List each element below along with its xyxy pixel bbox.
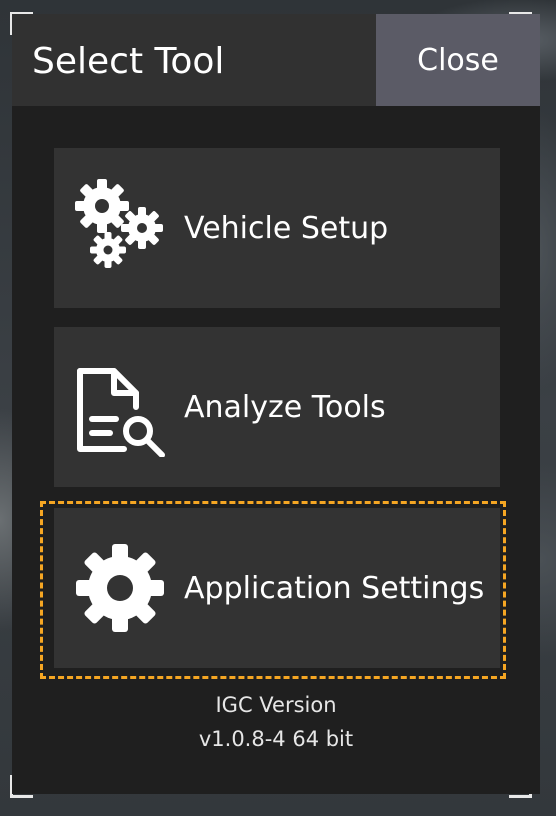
dialog-title: Select Tool [32,41,225,82]
vehicle-setup-label: Vehicle Setup [184,210,389,246]
analyze-tools-label: Analyze Tools [184,389,386,425]
gear-icon [72,538,172,638]
version-number: v1.0.8-4 64 bit [198,727,354,751]
analyze-tools-button[interactable]: Analyze Tools [54,327,500,487]
gears-icon [72,178,172,278]
select-tool-dialog: Select Tool Close Vehicle Setup Analyze … [12,14,540,794]
vehicle-setup-button[interactable]: Vehicle Setup [54,148,500,308]
document-search-icon [72,357,172,458]
dialog-header: Select Tool Close [12,14,540,106]
application-settings-label: Application Settings [184,570,485,606]
version-title: IGC Version [215,693,337,717]
close-button[interactable]: Close [376,14,540,106]
application-settings-button[interactable]: Application Settings [54,508,500,668]
